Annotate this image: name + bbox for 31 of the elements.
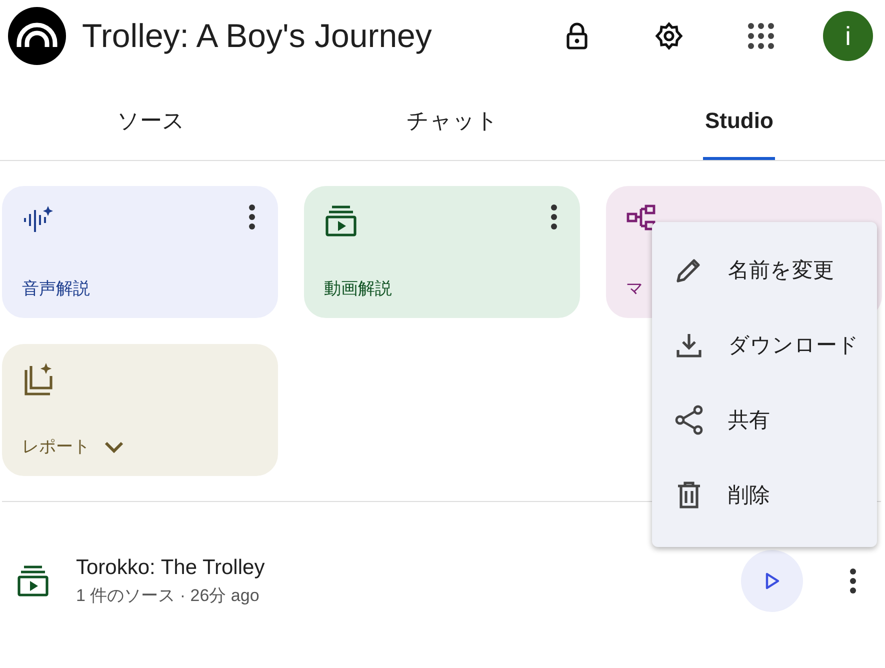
card-label: レポート <box>22 436 90 458</box>
card-label: 動画解説 <box>324 278 392 300</box>
studio-card[interactable]: 動画解説 <box>304 186 580 318</box>
menu-item[interactable]: 削除 <box>652 457 877 532</box>
menu-item[interactable]: 名前を変更 <box>652 232 877 307</box>
more-icon[interactable] <box>550 204 558 230</box>
video-stack-icon <box>324 204 358 238</box>
studio-card[interactable]: 音声解説 <box>2 186 278 318</box>
chevron-down-icon[interactable] <box>104 440 124 452</box>
artifact-meta: 1 件のソース · 26分 ago <box>76 584 260 606</box>
tab[interactable]: チャット <box>404 72 501 160</box>
lock-icon[interactable] <box>566 22 588 50</box>
account-avatar[interactable]: i <box>823 11 873 61</box>
settings-icon[interactable] <box>655 22 683 50</box>
notebook-title: Trolley: A Boy's Journey <box>82 17 433 55</box>
share-icon <box>674 404 704 436</box>
more-icon[interactable] <box>849 568 857 594</box>
mind-map-icon <box>626 204 658 232</box>
menu-item[interactable]: 共有 <box>652 382 877 457</box>
menu-item[interactable]: ダウンロード <box>652 307 877 382</box>
studio-card[interactable]: レポート <box>2 344 278 476</box>
apps-grid-icon[interactable] <box>747 22 775 50</box>
card-label: 音声解説 <box>22 278 90 300</box>
tab[interactable]: ソース <box>114 72 187 160</box>
app-logo-icon <box>8 7 66 65</box>
artifact-title[interactable]: Torokko: The Trolley <box>76 556 715 580</box>
video-stack-icon <box>16 564 50 598</box>
play-icon <box>763 572 781 590</box>
tab[interactable]: Studio <box>702 72 776 160</box>
more-icon[interactable] <box>248 204 256 230</box>
card-label: マ <box>626 278 643 300</box>
